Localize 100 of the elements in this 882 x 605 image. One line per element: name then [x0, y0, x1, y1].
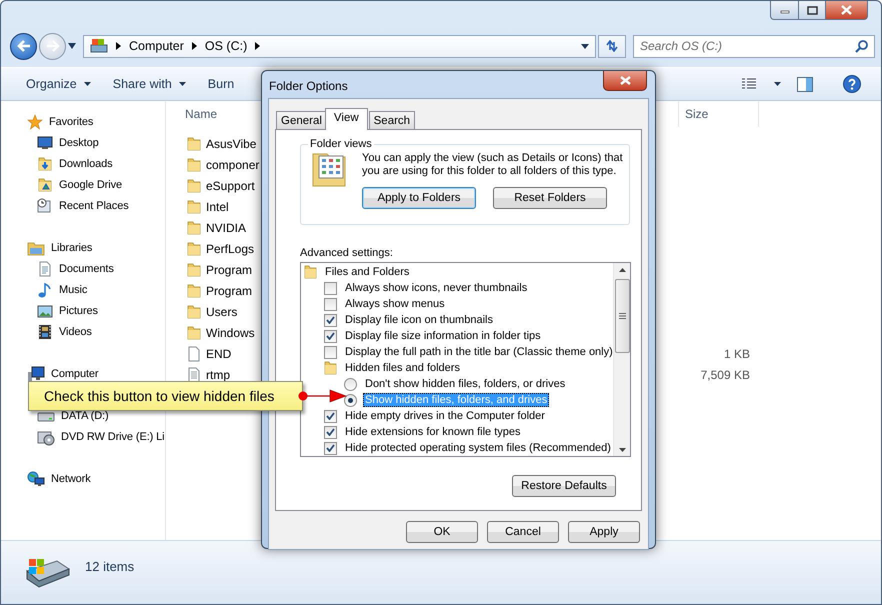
maximize-button[interactable] — [798, 1, 826, 20]
tab[interactable]: View — [324, 108, 368, 130]
sidebar-item[interactable]: Documents — [59, 262, 114, 274]
list-view-icon — [742, 78, 756, 90]
computer-icon — [27, 366, 45, 382]
sidebar-heading[interactable]: Favorites — [49, 116, 94, 128]
scroll-up-icon[interactable] — [618, 268, 626, 272]
file-name[interactable]: Intel — [206, 200, 229, 214]
folder-icon — [186, 282, 202, 298]
toolbar-button[interactable]: Organize — [17, 73, 100, 95]
close-icon — [841, 5, 852, 15]
checkbox[interactable] — [324, 330, 337, 342]
option-label[interactable]: Display the full path in the title bar (Classic theme only) — [343, 345, 613, 359]
help-icon — [843, 75, 861, 93]
tab[interactable]: General — [276, 111, 327, 129]
file-name[interactable]: Program — [206, 262, 252, 276]
dialog-button[interactable]: OK — [406, 521, 478, 543]
file-name[interactable]: END — [206, 346, 232, 360]
dialog-button[interactable]: Apply to Folders — [362, 187, 476, 209]
address-bar[interactable]: Computer OS (C:) — [83, 34, 596, 58]
file-name[interactable]: Program — [206, 284, 252, 298]
breadcrumb[interactable]: Computer — [129, 39, 184, 53]
group-label: Folder views — [309, 138, 373, 150]
folder-icon — [186, 240, 202, 256]
breadcrumb[interactable]: OS (C:) — [204, 39, 248, 53]
chevron-icon — [116, 42, 121, 50]
checkbox[interactable] — [324, 314, 337, 326]
option-label[interactable]: Always show icons, never thumbnails — [343, 281, 530, 295]
sidebar-item[interactable]: Music — [59, 284, 88, 296]
sidebar-heading[interactable]: Computer — [51, 368, 98, 380]
chevron-icon — [192, 42, 197, 50]
sidebar-item[interactable]: DVD RW Drive (E:) Li — [61, 430, 165, 442]
dialog-button[interactable]: Reset Folders — [493, 187, 607, 209]
file-name[interactable]: rtmp — [206, 368, 230, 382]
scrollbar[interactable] — [613, 263, 630, 456]
file-name[interactable]: componer — [206, 158, 260, 172]
pointer-arrow — [298, 390, 347, 402]
monitor-icon — [37, 134, 53, 150]
category-label: Files and Folders — [324, 265, 410, 279]
sidebar-item[interactable]: Recent Places — [59, 200, 129, 212]
refresh-button[interactable] — [598, 34, 626, 58]
checkbox[interactable] — [324, 282, 337, 294]
tab[interactable]: Search — [368, 111, 416, 129]
back-button[interactable] — [10, 32, 37, 60]
file-name[interactable]: NVIDIA — [206, 220, 246, 234]
radio-button[interactable] — [344, 394, 357, 406]
dialog-button[interactable]: Cancel — [487, 521, 559, 543]
file-name[interactable]: eSupport — [206, 178, 255, 192]
star-icon — [27, 114, 43, 130]
checkbox[interactable] — [324, 442, 337, 454]
column-header[interactable]: Name — [185, 107, 218, 121]
callout: Check this button to view hidden files — [28, 381, 303, 411]
music-note-icon — [37, 282, 53, 298]
option-label[interactable]: Display file size information in folder tips — [343, 329, 543, 343]
sidebar-heading[interactable]: Libraries — [51, 242, 92, 254]
checkbox[interactable] — [324, 410, 337, 422]
column-header[interactable]: Size — [685, 107, 708, 121]
sidebar-item[interactable]: DATA (D:) — [61, 410, 109, 422]
sidebar-item[interactable]: Downloads — [59, 158, 113, 170]
checkbox[interactable] — [324, 426, 337, 438]
sidebar-heading[interactable]: Network — [51, 472, 91, 484]
toolbar-button[interactable]: Burn — [198, 73, 244, 95]
file-name[interactable]: PerfLogs — [206, 242, 254, 256]
option-label[interactable]: Hide empty drives in the Computer folder — [343, 409, 547, 423]
checkbox[interactable] — [324, 346, 337, 358]
folder-icon — [186, 178, 202, 194]
item-count: 12 items — [85, 559, 134, 574]
checkbox[interactable] — [324, 298, 337, 310]
search-field[interactable]: Search OS (C:) — [633, 34, 875, 58]
sidebar-item[interactable]: Desktop — [59, 136, 99, 148]
arrow-left-icon — [16, 40, 30, 52]
option-label[interactable]: Always show menus — [343, 297, 447, 311]
file-name[interactable]: Windows — [206, 326, 255, 340]
history-caret-icon[interactable] — [68, 43, 76, 49]
close-button[interactable] — [826, 1, 868, 20]
option-label[interactable]: Hide protected operating system files (Recommended) — [343, 441, 613, 455]
toolbar-button[interactable]: Share with — [104, 73, 195, 95]
minimize-button[interactable] — [770, 1, 798, 20]
grip-icon — [618, 313, 626, 319]
close-button[interactable] — [603, 71, 647, 91]
folder-icon — [186, 156, 202, 172]
file-icon — [186, 346, 202, 362]
restore-defaults-button[interactable]: Restore Defaults — [512, 475, 616, 497]
sidebar-item[interactable]: Google Drive — [59, 178, 122, 190]
file-name[interactable]: Users — [206, 304, 238, 318]
option-label[interactable]: Hide extensions for known file types — [343, 425, 522, 439]
scroll-down-icon[interactable] — [618, 448, 626, 452]
folder-icon — [186, 220, 202, 236]
sidebar-item[interactable]: Videos — [59, 326, 92, 338]
option-label[interactable]: Display file icon on thumbnails — [343, 313, 495, 327]
folder-icon — [186, 304, 202, 320]
close-icon — [620, 76, 630, 85]
sidebar-item[interactable]: Pictures — [59, 304, 98, 316]
file-name[interactable]: AsusVibe — [206, 136, 256, 150]
folder-icon — [324, 361, 337, 375]
option-label[interactable]: Don't show hidden files, folders, or drives — [363, 377, 568, 391]
dialog-button[interactable]: Apply — [568, 521, 640, 543]
settings-list[interactable] — [300, 262, 631, 457]
folder-icon — [186, 136, 202, 152]
radio-button[interactable] — [344, 378, 357, 390]
